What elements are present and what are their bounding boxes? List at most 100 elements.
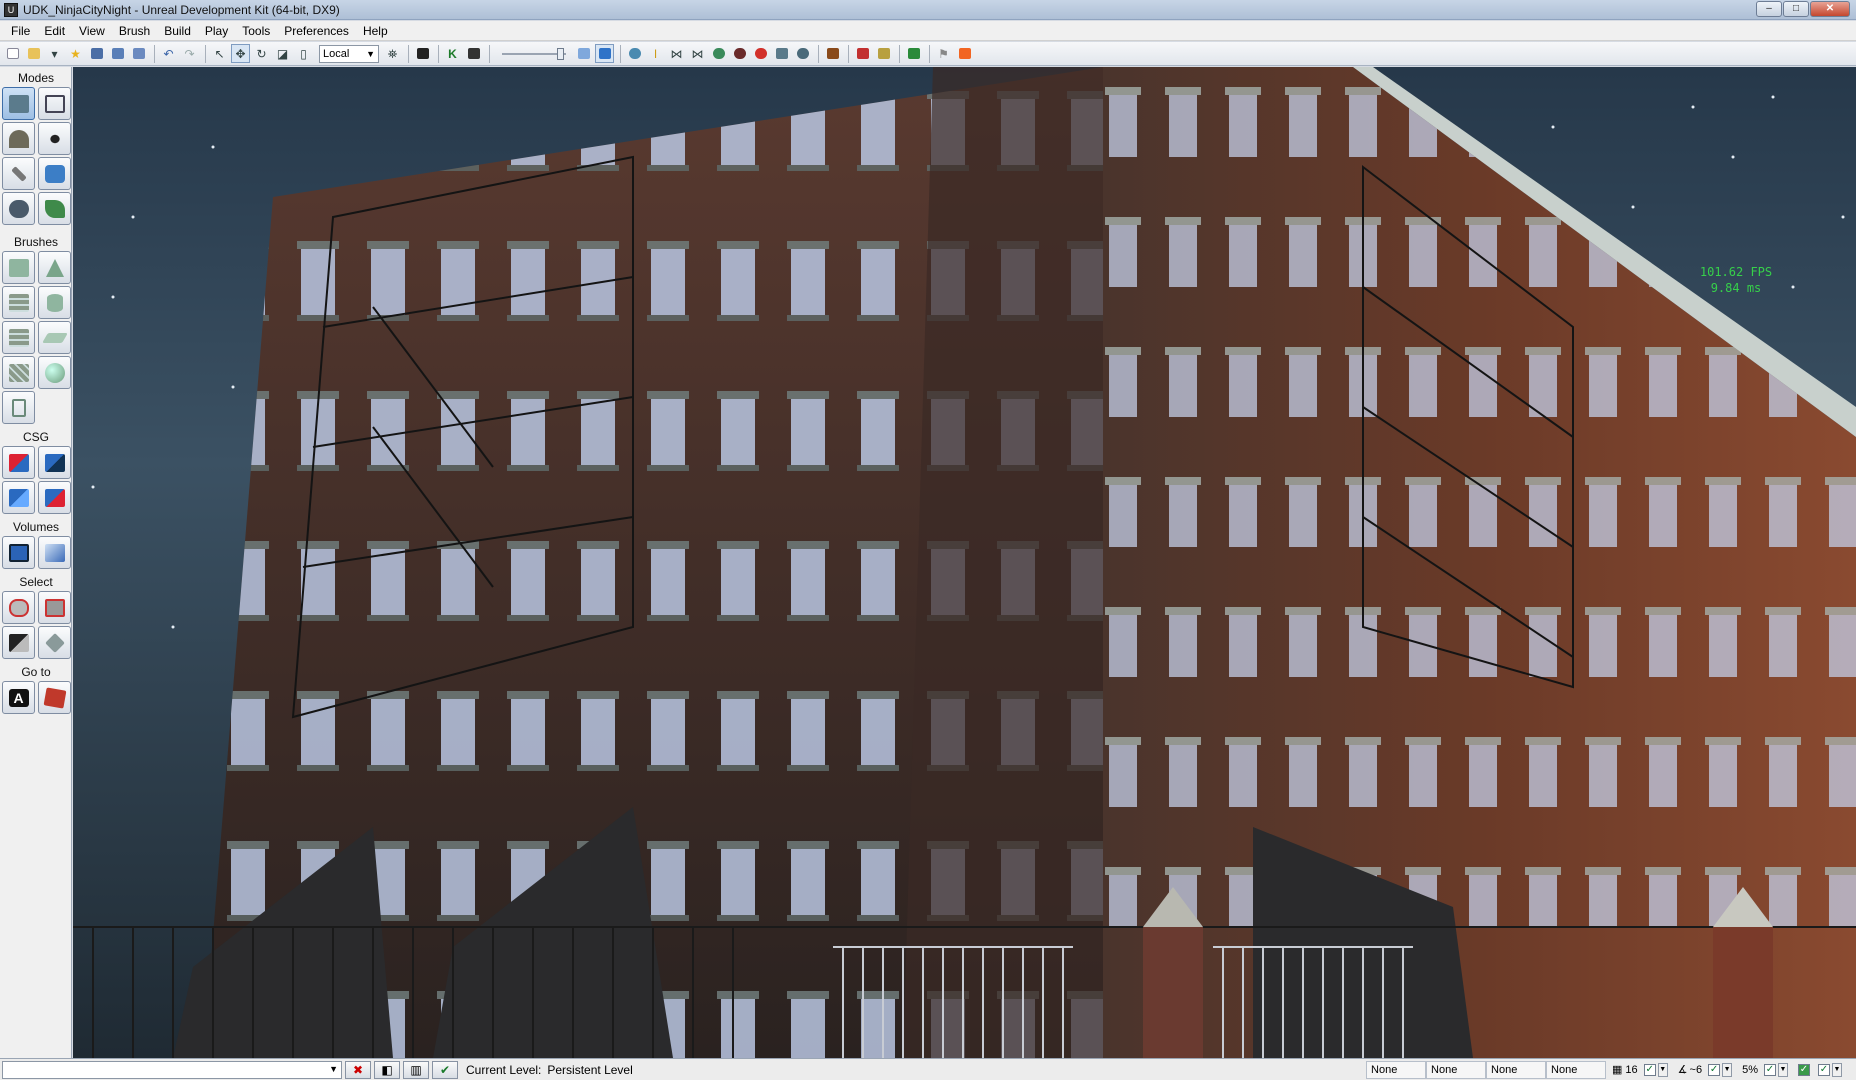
build-submit-icon[interactable] — [730, 44, 749, 63]
menu-build[interactable]: Build — [157, 21, 198, 41]
scale-checkbox[interactable]: ✓ — [1764, 1063, 1776, 1076]
csg-add-icon[interactable] — [2, 446, 35, 479]
rotation-spinner[interactable]: ▼ — [1722, 1062, 1733, 1077]
rotation-toggle[interactable]: ✓ ▼ — [1708, 1061, 1736, 1079]
menu-edit[interactable]: Edit — [37, 21, 72, 41]
udk-app-icon[interactable]: U — [4, 2, 18, 17]
menu-tools[interactable]: Tools — [235, 21, 277, 41]
grid-spinner[interactable]: ▼ — [1657, 1062, 1668, 1077]
toggle-grid-icon[interactable] — [574, 44, 593, 63]
search-actors-icon[interactable]: ⛯ — [383, 44, 402, 63]
show-selected-icon[interactable] — [2, 591, 35, 624]
mru-dropdown-icon[interactable]: ▾ — [45, 44, 64, 63]
foliage-icon[interactable] — [38, 192, 71, 225]
menu-file[interactable]: File — [4, 21, 37, 41]
undo-icon[interactable]: ↶ — [159, 44, 178, 63]
scale-spinner[interactable]: ▼ — [1778, 1062, 1788, 1077]
show-all-icon[interactable] — [38, 626, 71, 659]
linear-stair-icon[interactable] — [2, 321, 35, 354]
redo-icon[interactable]: ↷ — [180, 44, 199, 63]
menu-view[interactable]: View — [72, 21, 112, 41]
minimize-button[interactable]: – — [1756, 1, 1782, 17]
drag-grid-toggle[interactable]: ✓ ▼ — [1818, 1061, 1846, 1079]
scale-tool-icon[interactable]: ◪ — [273, 44, 292, 63]
save-icon[interactable] — [87, 44, 106, 63]
grid-snap-indicator[interactable]: ▦ 16 — [1612, 1061, 1638, 1079]
kismet-icon[interactable]: K — [443, 44, 462, 63]
perspective-viewport[interactable]: 101.62 FPS 9.84 ms — [73, 67, 1856, 1058]
terrain-mode-icon[interactable] — [2, 122, 35, 155]
build-cover-icon[interactable]: ⋈ — [688, 44, 707, 63]
mobile-preview-icon[interactable] — [874, 44, 893, 63]
build-all-icon[interactable] — [709, 44, 728, 63]
lightmass-icon[interactable] — [751, 44, 770, 63]
csg-subtract-icon[interactable] — [38, 446, 71, 479]
level-check-icon[interactable]: ✔ — [432, 1060, 458, 1079]
sphere-brush-icon[interactable] — [38, 356, 71, 389]
go-to-builder-brush-icon[interactable] — [38, 681, 71, 714]
spiral-stair-icon[interactable] — [2, 356, 35, 389]
grid-toggle[interactable]: ✓ ▼ — [1643, 1061, 1672, 1079]
add-volume-icon[interactable] — [2, 536, 35, 569]
swarm-icon[interactable] — [772, 44, 791, 63]
build-lighting-icon[interactable]: ǀ — [646, 44, 665, 63]
landscape-icon[interactable] — [2, 192, 35, 225]
save-all-levels-icon[interactable] — [129, 44, 148, 63]
lightmass-status-icon[interactable]: ◧ — [374, 1060, 400, 1079]
scale-snap-indicator[interactable]: 5% — [1742, 1061, 1758, 1079]
realtime-preview-icon[interactable] — [595, 44, 614, 63]
save-all-icon[interactable] — [108, 44, 127, 63]
new-map-icon[interactable] — [3, 44, 22, 63]
hide-selected-icon[interactable] — [38, 591, 71, 624]
cylinder-brush-icon[interactable] — [38, 286, 71, 319]
command-input[interactable]: ▼ — [2, 1060, 342, 1079]
geometry-mode-icon[interactable] — [38, 87, 71, 120]
play-on-pc-icon[interactable] — [853, 44, 872, 63]
level-browser-icon[interactable]: ▥ — [403, 1060, 429, 1079]
content-browser-icon[interactable] — [413, 44, 432, 63]
menu-help[interactable]: Help — [356, 21, 395, 41]
cone-brush-icon[interactable] — [38, 251, 71, 284]
grid-checkbox[interactable]: ✓ — [1643, 1063, 1656, 1076]
translate-tool-icon[interactable]: ✥ — [231, 44, 250, 63]
volumetric-brush-icon[interactable] — [2, 391, 35, 424]
drag-grid-slider[interactable] — [502, 47, 566, 60]
coordinate-system-select[interactable]: Local ▼ — [319, 44, 379, 63]
menu-play[interactable]: Play — [198, 21, 235, 41]
close-button[interactable]: ✕ — [1810, 1, 1850, 17]
maximize-button[interactable]: □ — [1783, 1, 1809, 17]
favorites-icon[interactable]: ★ — [66, 44, 85, 63]
chevron-down-icon[interactable]: ▼ — [329, 1064, 338, 1074]
mesh-paint-icon[interactable] — [38, 157, 71, 190]
open-map-icon[interactable] — [24, 44, 43, 63]
menu-preferences[interactable]: Preferences — [277, 21, 356, 41]
rebuild-icon[interactable] — [793, 44, 812, 63]
toggle-flag-icon[interactable]: ⚑ — [934, 44, 953, 63]
csg-intersect-icon[interactable] — [2, 481, 35, 514]
slider-knob[interactable] — [557, 47, 564, 60]
menu-brush[interactable]: Brush — [112, 21, 157, 41]
play-on-console-icon[interactable] — [904, 44, 923, 63]
curved-stair-icon[interactable] — [2, 286, 35, 319]
static-mesh-mode-icon[interactable] — [38, 122, 71, 155]
stop-icon[interactable] — [955, 44, 974, 63]
cancel-build-icon[interactable]: ✖ — [345, 1060, 371, 1079]
go-to-actor-icon[interactable]: A — [2, 681, 35, 714]
scale-toggle[interactable]: ✓ ▼ — [1764, 1061, 1792, 1079]
camera-mode-icon[interactable] — [2, 87, 35, 120]
build-geometry-icon[interactable] — [625, 44, 644, 63]
sheet-brush-icon[interactable] — [38, 321, 71, 354]
csg-deintersect-icon[interactable] — [38, 481, 71, 514]
rotation-checkbox[interactable]: ✓ — [1708, 1063, 1721, 1076]
autosave-icon[interactable]: ✓ — [1798, 1063, 1810, 1076]
drag-grid-checkbox[interactable]: ✓ — [1818, 1063, 1830, 1076]
rotation-snap-indicator[interactable]: ∡ ~6 — [1678, 1061, 1702, 1079]
non-uniform-scale-icon[interactable]: ▯ — [294, 44, 313, 63]
select-inverse-icon[interactable] — [2, 626, 35, 659]
cube-brush-icon[interactable] — [2, 251, 35, 284]
select-tool-icon[interactable]: ↖ — [210, 44, 229, 63]
play-in-editor-icon[interactable] — [823, 44, 842, 63]
texture-align-icon[interactable] — [2, 157, 35, 190]
autosave-indicator[interactable]: ✓ — [1798, 1061, 1812, 1079]
rotate-tool-icon[interactable]: ↻ — [252, 44, 271, 63]
